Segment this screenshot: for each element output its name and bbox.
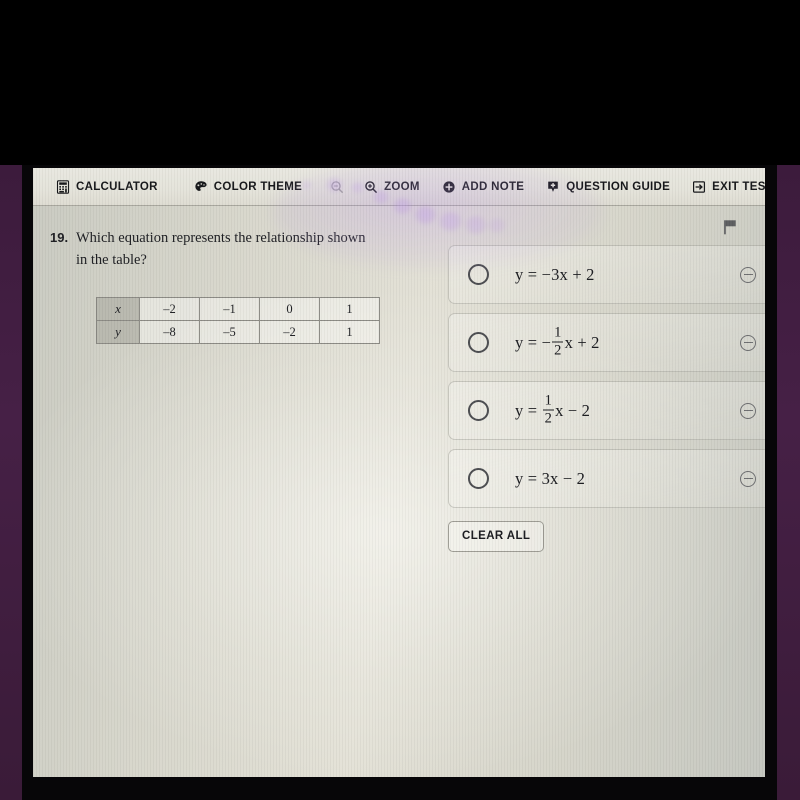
table-cell: 0 [259, 297, 320, 322]
equation-tail: x − 2 [555, 400, 591, 420]
add-note-plus-icon [442, 180, 456, 194]
question-number: 19. [50, 230, 69, 245]
table-row-header: y [96, 320, 140, 345]
table-row: y –8 –5 –2 1 [96, 320, 380, 345]
table-cell: –1 [199, 297, 260, 322]
equation-lead: y = 3x − 2 [515, 468, 586, 488]
clear-all-button[interactable]: CLEAR ALL [448, 521, 545, 552]
toolbar-item-label: QUESTION GUIDE [566, 180, 671, 193]
flag-question-button[interactable] [721, 218, 741, 238]
toolbar-item-calculator[interactable]: CALCULATOR [45, 168, 169, 205]
table-wrapper: x –2 –1 0 1 y –8 –5 –2 1 [96, 297, 402, 345]
toolbar-item-exit-test[interactable]: EXIT TEST [681, 168, 765, 205]
table-cell: –8 [139, 320, 200, 345]
equation-lead: y = −3x + 2 [515, 264, 595, 284]
eliminate-circle-minus-icon[interactable] [740, 334, 756, 351]
equation-tail: x + 2 [564, 332, 600, 352]
answer-option-b[interactable]: y = − 1 2 x + 2 [448, 313, 765, 372]
question-guide-icon [546, 180, 560, 194]
fraction-numerator: 1 [554, 324, 562, 341]
photographed-screen: CALCULATOR COLOR THEME ZOOM ADD NOTE QUE… [0, 0, 800, 800]
equation-lead: y = [515, 400, 542, 420]
toolbar-item-color-theme[interactable]: COLOR THEME [183, 168, 313, 205]
flag-icon [721, 220, 741, 242]
answer-option-d[interactable]: y = 3x − 2 [448, 449, 765, 508]
table-cell: 1 [319, 320, 380, 345]
fraction-denominator: 2 [554, 342, 562, 359]
toolbar-item-zoom-out[interactable] [327, 168, 353, 205]
equation-lead: y = − [515, 332, 552, 352]
answer-option-a[interactable]: y = −3x + 2 [448, 245, 765, 304]
table-row: x –2 –1 0 1 [96, 297, 380, 322]
fraction-one-half: 1 2 [542, 392, 554, 427]
toolbar-item-label: EXIT TEST [712, 180, 765, 193]
table-cell: –5 [199, 320, 260, 345]
question-body: 19. Which equation represents the relati… [33, 227, 765, 552]
photo-surround-right [776, 165, 800, 800]
zoom-out-icon [330, 180, 344, 194]
fraction-denominator: 2 [544, 410, 553, 427]
question-content-area: 19. Which equation represents the relati… [33, 205, 765, 776]
toolbar-bottom-rule [33, 205, 765, 206]
toolbar-item-label: ADD NOTE [461, 180, 525, 193]
eliminate-circle-minus-icon[interactable] [740, 266, 756, 283]
toolbar-item-label: ZOOM [384, 180, 420, 193]
photo-surround-left [0, 165, 23, 800]
toolbar-item-label: CALCULATOR [76, 180, 158, 193]
answer-option-c[interactable]: y = 1 2 x − 2 [448, 381, 765, 440]
radio-button-c[interactable] [468, 400, 489, 421]
toolbar-item-label: COLOR THEME [213, 180, 303, 193]
table-cell: –2 [139, 297, 200, 322]
answer-options-list: y = −3x + 2 y = − 1 2 x + 2 y = 1 2 x − … [448, 245, 765, 552]
question-text: Which equation represents the relationsh… [76, 230, 366, 269]
question-stem: 19. Which equation represents the relati… [50, 227, 402, 271]
question-left-column: 19. Which equation represents the relati… [50, 227, 402, 345]
answer-option-d-equation: y = 3x − 2 [515, 469, 740, 489]
fraction-numerator: 1 [544, 392, 553, 409]
zoom-in-icon [364, 180, 378, 194]
toolbar-item-add-note[interactable]: ADD NOTE [431, 168, 535, 205]
table-cell: 1 [319, 297, 380, 322]
calculator-icon [56, 179, 70, 194]
radio-button-a[interactable] [468, 264, 489, 285]
toolbar-item-question-guide[interactable]: QUESTION GUIDE [535, 168, 681, 205]
fraction-one-half: 1 2 [552, 324, 564, 359]
table-row-header: x [96, 297, 140, 322]
exit-arrow-icon [692, 180, 706, 194]
eliminate-circle-minus-icon[interactable] [740, 470, 756, 487]
test-application-screen: CALCULATOR COLOR THEME ZOOM ADD NOTE QUE… [33, 168, 765, 777]
table-cell: –2 [259, 320, 320, 345]
xy-value-table: x –2 –1 0 1 y –8 –5 –2 1 [96, 297, 380, 345]
toolbar-item-zoom-in[interactable]: ZOOM [353, 168, 431, 205]
answer-option-a-equation: y = −3x + 2 [515, 265, 740, 285]
radio-button-d[interactable] [468, 468, 489, 489]
palette-icon [194, 180, 208, 194]
radio-button-b[interactable] [468, 332, 489, 353]
answer-option-c-equation: y = 1 2 x − 2 [515, 394, 740, 427]
answer-option-b-equation: y = − 1 2 x + 2 [515, 326, 740, 359]
eliminate-circle-minus-icon[interactable] [740, 402, 756, 419]
test-toolbar: CALCULATOR COLOR THEME ZOOM ADD NOTE QUE… [33, 168, 765, 205]
